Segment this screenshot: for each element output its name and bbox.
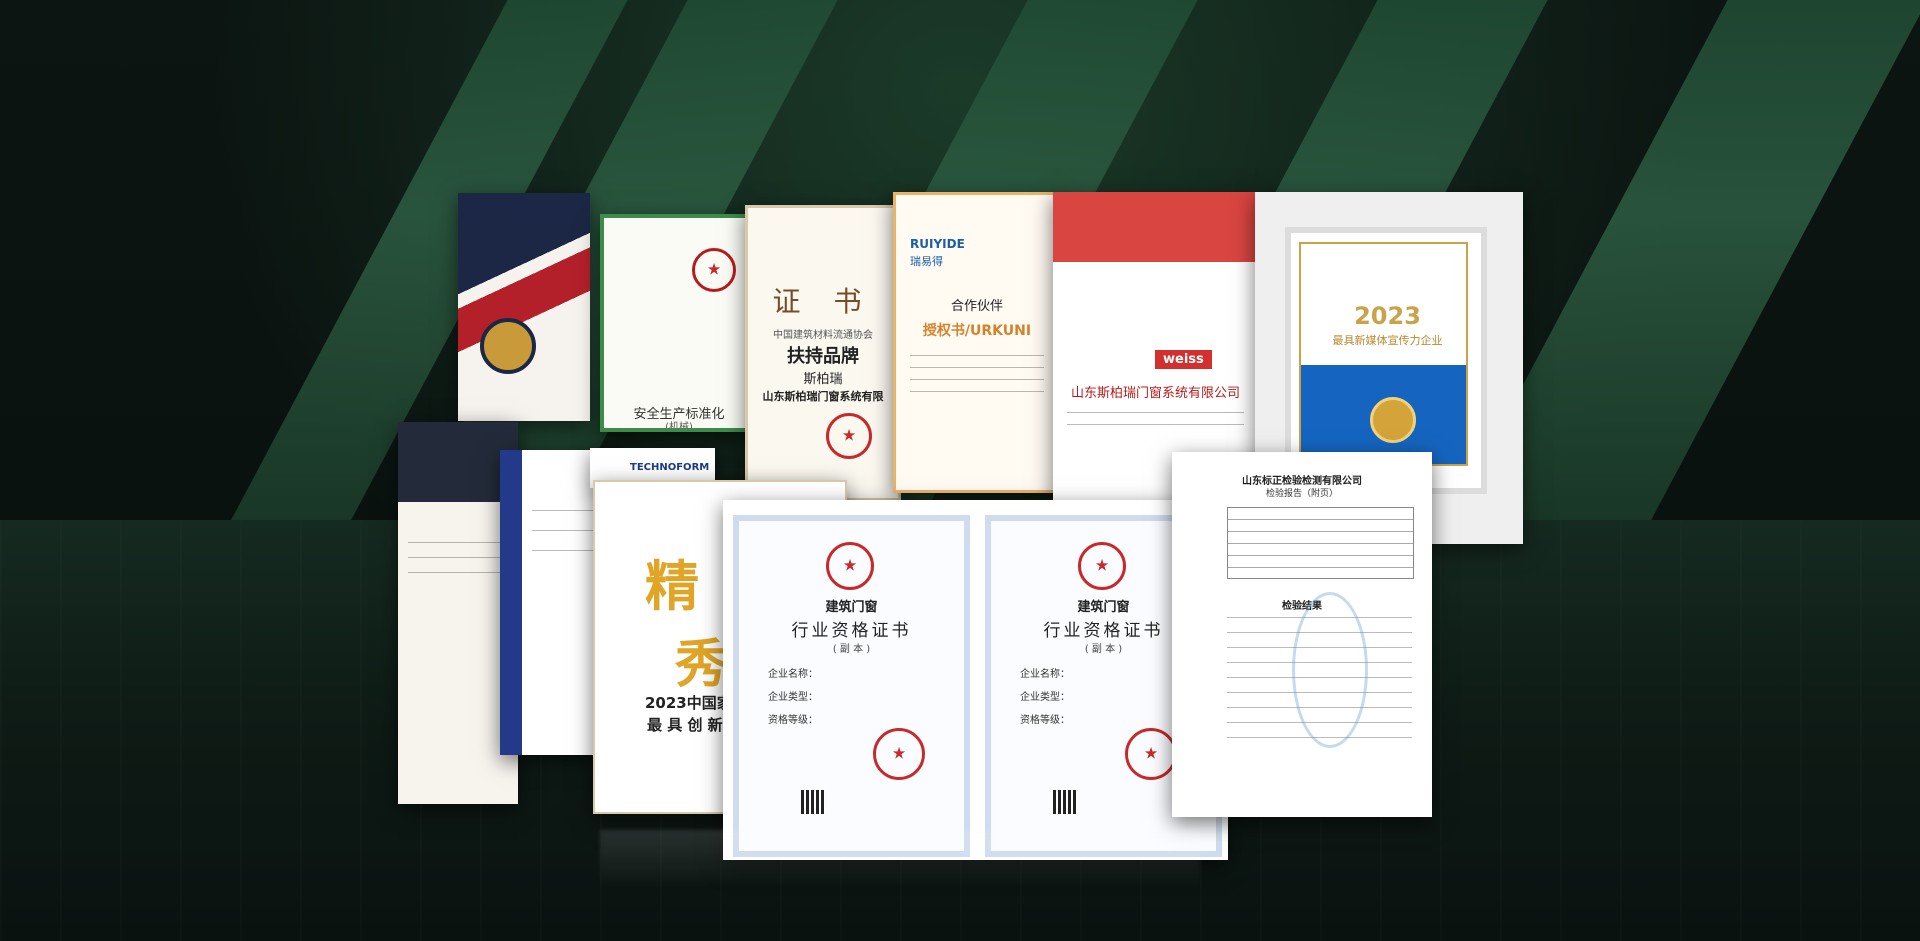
field-label: 资格等级： — [1020, 715, 1070, 726]
ccmda-emblem-icon — [826, 542, 874, 590]
qr-code-icon — [1053, 790, 1077, 814]
certificate-title: 证 书 — [772, 285, 874, 318]
certificate-big-char-2: 秀 — [675, 635, 728, 695]
medal-icon — [480, 318, 536, 374]
stamp-icon — [1292, 592, 1368, 748]
certificate-subtext: (机械) — [665, 422, 693, 432]
weiss-logo: weiss — [1155, 350, 1212, 369]
field-label: 企业类型： — [1020, 692, 1070, 703]
certificate-brand: 扶持品牌 — [787, 346, 859, 367]
certificate-line: 最 具 创 新 — [647, 716, 723, 734]
field-label: 企业名称： — [768, 669, 818, 680]
certificate-partner: RUIYIDE 瑞易得 合作伙伴 授权书/URKUNI — [893, 192, 1061, 493]
certificate-title: 战略合作授权证书 — [1083, 211, 1228, 232]
certificate-role: 合作伙伴 — [950, 299, 1003, 314]
certificate-safety-production: 安全生产标准化 (机械) — [600, 214, 758, 432]
certificate-company: 山东斯柏瑞门窗系统有限公司 — [1070, 386, 1240, 401]
report-title: 山东标正检验检测有限公司 — [1242, 476, 1362, 487]
technoform-logo: TECHNOFORM — [630, 462, 710, 473]
certificate-award-ribbon — [458, 193, 590, 421]
ccmda-emblem-icon — [1078, 542, 1126, 590]
certificate-support-brand: 证 书 中国建筑材料流通协会 扶持品牌 斯柏瑞 山东斯柏瑞门窗系统有限 — [745, 205, 901, 501]
brand-logo-cn: 瑞易得 — [910, 255, 943, 268]
certificate-showcase: 安全生产标准化 (机械) 证 书 中国建筑材料流通协会 扶持品牌 斯柏瑞 山东斯… — [0, 0, 1920, 941]
certificate-title: 行业资格证书 — [791, 621, 912, 641]
report-subtitle: 检验报告（附页） — [1265, 489, 1338, 499]
seal-icon — [1125, 728, 1177, 780]
qr-code-icon — [801, 790, 825, 814]
field-label: 资格等级： — [768, 715, 818, 726]
certificate-name: 斯柏瑞 — [803, 372, 843, 387]
certificate-inspection-report: 山东标正检验检测有限公司 检验报告（附页） 检验结果 — [1172, 452, 1432, 817]
certificate-company: 山东斯柏瑞门窗系统有限 — [762, 390, 884, 403]
award-year: 2023 — [1354, 302, 1421, 330]
certificate-category: 建筑门窗 — [825, 600, 878, 615]
report-section: 检验结果 — [1282, 601, 1322, 612]
floor-reflection — [600, 830, 1200, 890]
emblem-icon — [692, 248, 736, 292]
award-title: 最具新媒体宣传力企业 — [1332, 334, 1443, 347]
field-label: 企业类型： — [768, 692, 818, 703]
certificate-title: 授权书/URKUNI — [922, 323, 1032, 339]
certificate-subtitle: ( 副 本 ) — [832, 644, 871, 655]
medal-icon — [1370, 397, 1416, 443]
seal-icon — [826, 413, 872, 459]
field-label: 企业名称： — [1020, 669, 1070, 680]
certificate-big-char: 精 — [645, 555, 699, 618]
certificate-org: 中国建筑材料流通协会 — [773, 330, 873, 341]
certificate-industry-qualification-1: 建筑门窗 行业资格证书 ( 副 本 ) 企业名称： 企业类型： 资格等级： 建筑… — [723, 500, 1228, 860]
certificate-line: 2023中国家 — [645, 694, 732, 712]
brand-logo-en: RUIYIDE — [910, 237, 965, 251]
seal-icon — [873, 728, 925, 780]
